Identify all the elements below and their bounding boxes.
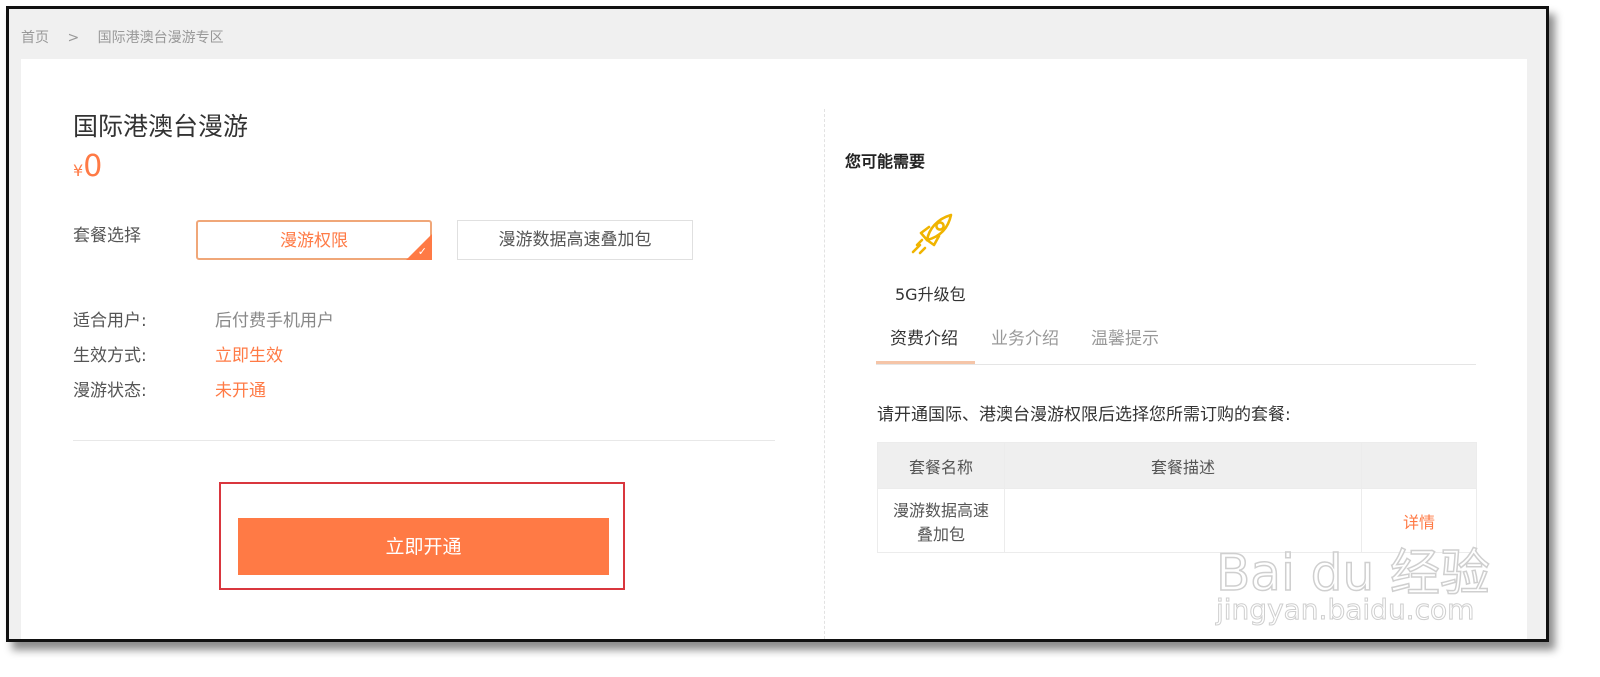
- info-label: 漫游状态:: [73, 381, 147, 401]
- info-label: 生效方式:: [73, 346, 147, 366]
- breadcrumb-home[interactable]: 首页: [21, 30, 49, 46]
- plan-name: 漫游数据高速叠加包: [877, 488, 1005, 553]
- col-header-action: [1361, 442, 1477, 489]
- info-row-status: 漫游状态: 未开通: [73, 376, 266, 401]
- plan-desc: [1004, 488, 1362, 553]
- upgrade-package-label[interactable]: 5G升级包: [895, 281, 966, 305]
- tab-tips[interactable]: 温馨提示: [1091, 324, 1159, 349]
- recommend-heading: 您可能需要: [845, 152, 926, 171]
- package-option-label: 漫游权限: [280, 231, 348, 251]
- divider: [73, 440, 775, 441]
- active-tab-indicator: [876, 361, 975, 364]
- price-value: 0: [83, 149, 103, 184]
- price-currency: ¥: [73, 161, 84, 180]
- panel-separator: [824, 109, 825, 639]
- tab-fee-intro[interactable]: 资费介绍: [890, 324, 958, 349]
- info-value: 后付费手机用户: [215, 311, 334, 331]
- breadcrumb-current: 国际港澳台漫游专区: [97, 30, 224, 46]
- package-select-label: 套餐选择: [73, 226, 141, 246]
- fee-note: 请开通国际、港澳台漫游权限后选择您所需订购的套餐:: [877, 405, 1291, 425]
- info-row-users: 适合用户: 后付费手机用户: [73, 306, 334, 331]
- check-icon: ✓: [417, 245, 427, 258]
- plan-detail-link[interactable]: 详情: [1361, 488, 1477, 553]
- screenshot-frame: 首页 > 国际港澳台漫游专区 国际港澳台漫游 ¥0 套餐选择 漫游权限 ✓ 漫游…: [6, 6, 1549, 642]
- package-option-data-addon[interactable]: 漫游数据高速叠加包: [457, 220, 693, 260]
- recommend-panel: 您可能需要 5G升级包 资费介绍 业务介绍 温馨提示 请开通国际、港澳台漫游权限…: [841, 59, 1521, 639]
- package-option-roaming-permission[interactable]: 漫游权限 ✓: [196, 220, 432, 260]
- breadcrumb-separator: >: [67, 30, 80, 46]
- col-header-desc: 套餐描述: [1004, 442, 1362, 489]
- open-now-button[interactable]: 立即开通: [238, 518, 609, 575]
- rocket-icon[interactable]: [907, 209, 957, 259]
- plan-table: 套餐名称 套餐描述 漫游数据高速叠加包 详情: [877, 442, 1477, 553]
- product-price: ¥0: [73, 149, 102, 184]
- info-row-effective: 生效方式: 立即生效: [73, 341, 283, 366]
- col-header-name: 套餐名称: [877, 442, 1005, 489]
- package-option-label: 漫游数据高速叠加包: [498, 230, 652, 250]
- breadcrumb: 首页 > 国际港澳台漫游专区: [21, 27, 238, 47]
- info-label: 适合用户:: [73, 311, 147, 331]
- info-tabs: 资费介绍 业务介绍 温馨提示: [876, 317, 1476, 365]
- product-panel: 国际港澳台漫游 ¥0 套餐选择 漫游权限 ✓ 漫游数据高速叠加包 适合用户: 后…: [21, 59, 821, 639]
- product-title: 国际港澳台漫游: [73, 112, 249, 141]
- tab-service-intro[interactable]: 业务介绍: [991, 324, 1059, 349]
- table-row: 漫游数据高速叠加包 详情: [877, 488, 1477, 553]
- product-card: 国际港澳台漫游 ¥0 套餐选择 漫游权限 ✓ 漫游数据高速叠加包 适合用户: 后…: [21, 59, 1527, 639]
- info-value: 立即生效: [215, 346, 283, 366]
- table-header-row: 套餐名称 套餐描述: [877, 442, 1477, 489]
- info-value: 未开通: [215, 381, 266, 401]
